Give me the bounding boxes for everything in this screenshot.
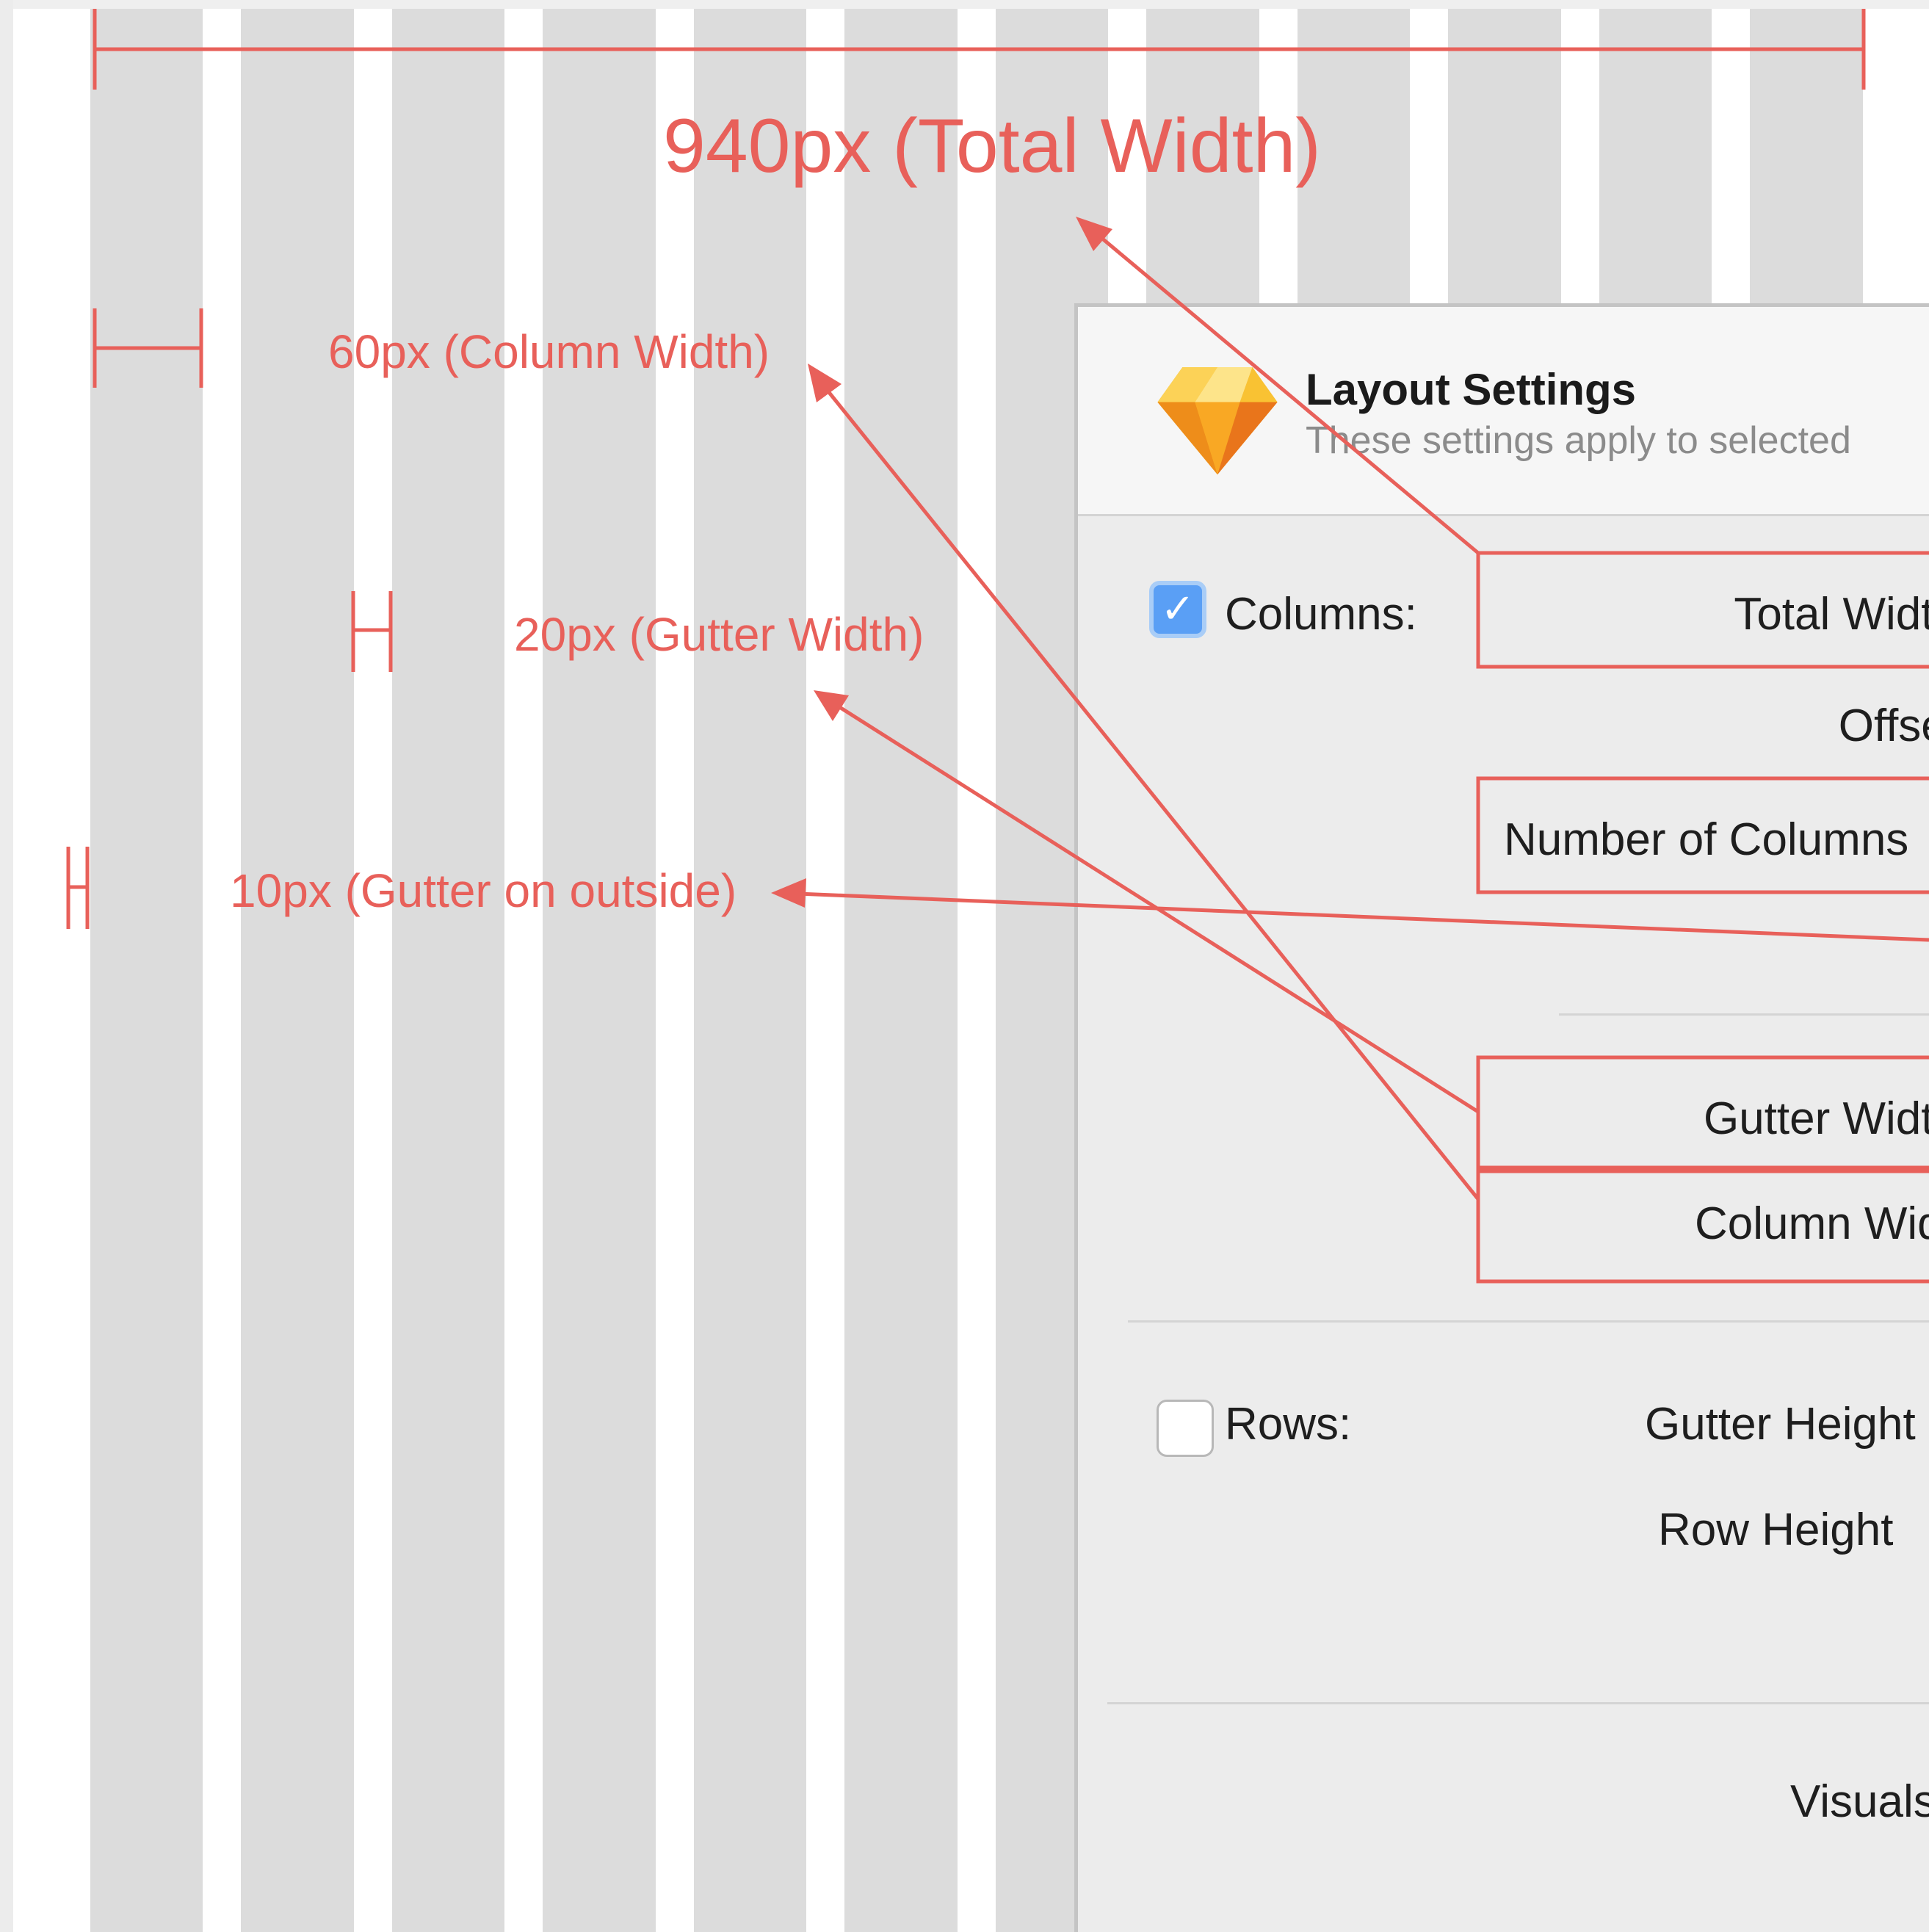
total-width-label: Total Width: [1734, 589, 1929, 640]
rows-checkbox[interactable]: [1157, 1400, 1214, 1457]
grid-column: [392, 9, 504, 1932]
grid-column: [90, 9, 203, 1932]
arrowhead: [808, 363, 842, 402]
sketch-diamond-icon: [1157, 367, 1278, 475]
gutter-width-annotation: 20px (Gutter Width): [514, 608, 924, 661]
gutter-outside-annotation: 10px (Gutter on outside): [230, 864, 737, 917]
layout-settings-dialog: Layout Settings These settings apply to …: [1074, 303, 1929, 1932]
checkmark-icon: ✓: [1160, 585, 1195, 633]
columns-checkbox[interactable]: ✓: [1149, 581, 1206, 638]
total-width-annotation: 940px (Total Width): [663, 104, 1321, 189]
divider: [1559, 1013, 1929, 1016]
divider: [1128, 1320, 1929, 1323]
grid-column: [694, 9, 806, 1932]
column-width-label: Column Width: [1695, 1198, 1929, 1249]
row-height-label: Row Height: [1658, 1505, 1894, 1555]
page-top-edge: [0, 0, 1929, 9]
grid-column: [844, 9, 958, 1932]
gutter-height-label: Gutter Height: [1645, 1399, 1916, 1450]
dialog-subtitle: These settings apply to selected: [1306, 419, 1851, 462]
page-left-edge: [0, 0, 13, 1932]
gutter-width-label: Gutter Width: [1704, 1093, 1929, 1144]
arrowhead: [814, 690, 849, 721]
grid-column: [241, 9, 354, 1932]
offset-label: Offset: [1838, 701, 1929, 751]
number-of-columns-label: Number of Columns: [1504, 814, 1909, 865]
dialog-title: Layout Settings: [1306, 365, 1637, 414]
columns-label: Columns:: [1225, 589, 1417, 640]
grid-column: [543, 9, 656, 1932]
rows-label: Rows:: [1225, 1399, 1352, 1450]
column-width-annotation: 60px (Column Width): [328, 325, 770, 378]
dialog-header: Layout Settings These settings apply to …: [1078, 307, 1929, 516]
visuals-label: Visuals: [1790, 1776, 1929, 1827]
screenshot-canvas: Layout Settings These settings apply to …: [0, 0, 1929, 1932]
divider: [1107, 1702, 1929, 1704]
